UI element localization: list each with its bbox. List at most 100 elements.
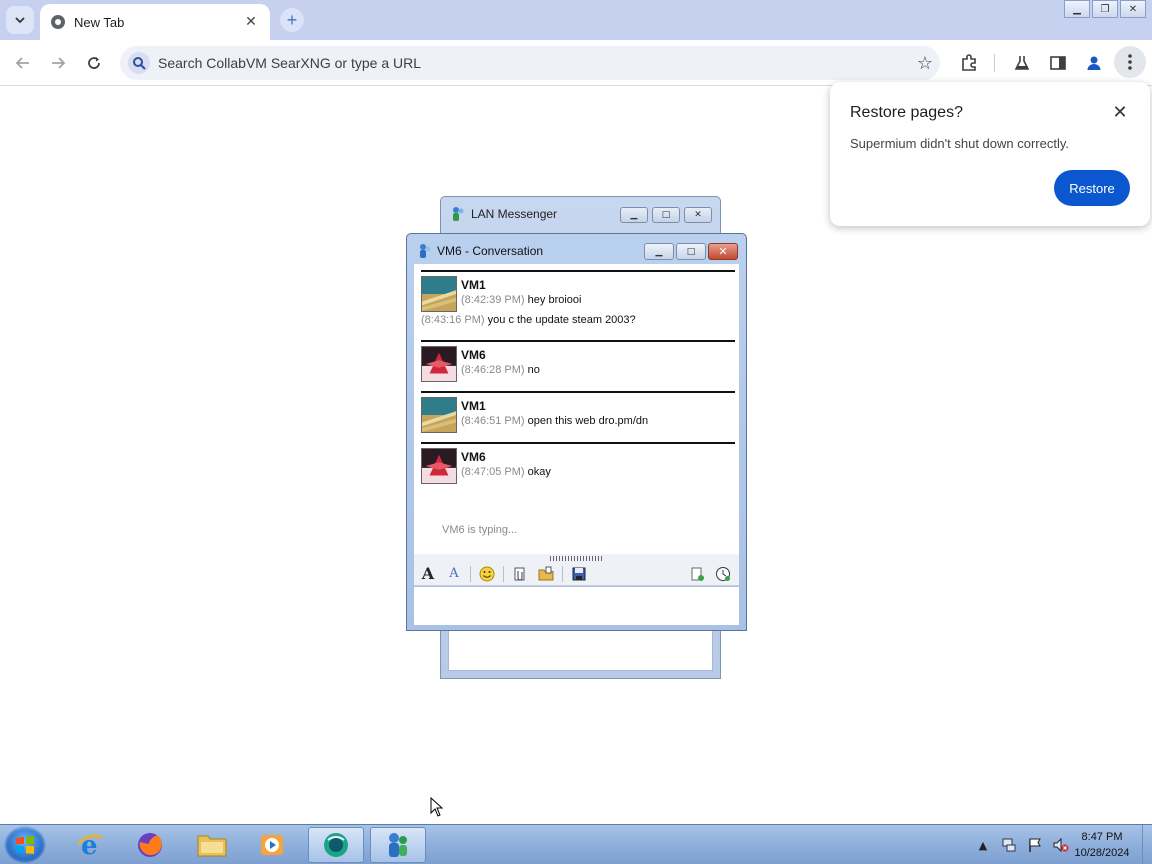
avatar [421, 276, 457, 312]
message-text: hey broiooi [527, 294, 582, 306]
message-sender: VM1 [461, 278, 486, 292]
close-button[interactable]: ✕ [1120, 0, 1146, 18]
message-line: (8:46:51 PM) open this web dro.pm/dn [461, 415, 648, 427]
close-icon[interactable]: ✕ [1110, 102, 1130, 122]
tab-new-tab[interactable]: New Tab ✕ [40, 4, 270, 40]
kebab-menu-icon [1128, 54, 1132, 70]
reload-button[interactable] [81, 50, 107, 76]
media-player-icon [261, 835, 283, 855]
history-icon[interactable] [713, 564, 733, 584]
lan-messenger-icon [453, 207, 464, 221]
taskbar-internet-explorer[interactable]: e [62, 827, 118, 863]
tab-title: New Tab [74, 14, 125, 30]
tab-search-button[interactable] [6, 6, 34, 34]
taskbar-firefox[interactable] [122, 827, 178, 863]
extensions-icon[interactable] [956, 50, 982, 76]
message-sender: VM6 [461, 348, 486, 362]
action-center-flag-icon[interactable] [1024, 834, 1046, 856]
taskbar-media-player[interactable] [244, 827, 300, 863]
save-icon[interactable] [569, 564, 589, 584]
lan-window-controls: ▁ □ ✕ [616, 207, 712, 223]
message-line: (8:43:16 PM) you c the update steam 2003… [421, 314, 636, 326]
new-tab-button[interactable]: + [280, 8, 304, 32]
windows-logo-icon [16, 836, 34, 854]
browser-menu-button[interactable] [1114, 46, 1146, 78]
browser-toolbar: Search CollabVM SearXNG or type a URL ☆ [0, 40, 1152, 86]
message-time: (8:46:51 PM) [461, 415, 525, 427]
restore-button[interactable]: Restore [1054, 170, 1130, 206]
conversation-window-controls: ▁ □ ✕ [642, 243, 738, 260]
avatar [421, 397, 457, 433]
message-line: (8:46:28 PM) no [461, 364, 540, 376]
font-color-icon[interactable]: A [444, 564, 464, 584]
close-button[interactable]: ✕ [708, 243, 738, 260]
restore-popup-title: Restore pages? [850, 104, 963, 121]
message-text: you c the update steam 2003? [487, 314, 636, 326]
conversation-window[interactable]: VM6 - Conversation ▁ □ ✕ VM1 (8:42:39 PM… [406, 233, 747, 631]
smiley-icon[interactable] [477, 564, 497, 584]
toolbar-divider [994, 54, 995, 72]
bookmark-star-icon[interactable]: ☆ [910, 48, 940, 78]
restore-pages-popup: Restore pages? ✕ Supermium didn't shut d… [830, 82, 1150, 226]
send-file-icon[interactable] [510, 564, 530, 584]
arrow-left-icon [15, 57, 29, 69]
message-line: (8:47:05 PM) okay [461, 466, 551, 478]
restore-popup-message: Supermium didn't shut down correctly. [850, 136, 1070, 151]
taskbar-lan-messenger[interactable] [370, 827, 426, 863]
send-folder-icon[interactable] [536, 564, 556, 584]
toolbar-divider [562, 565, 563, 582]
lan-messenger-title: LAN Messenger [471, 207, 558, 221]
reload-icon [88, 57, 100, 69]
clock-date: 10/28/2024 [1074, 847, 1130, 859]
message-time: (8:47:05 PM) [461, 466, 525, 478]
splitter-handle[interactable] [414, 554, 739, 562]
taskbar: e ▲ 8:47 PM 10/28/2024 [0, 824, 1152, 864]
toolbar-divider [503, 565, 504, 582]
lan-messenger-body [448, 627, 713, 671]
labs-flask-icon[interactable] [1009, 50, 1035, 76]
message-block: VM6 (8:47:05 PM) okay [421, 442, 735, 486]
minimize-button[interactable]: ▁ [620, 207, 648, 223]
typing-status: VM6 is typing... [442, 524, 518, 536]
system-tray: ▲ [968, 827, 1072, 863]
profile-icon[interactable] [1081, 50, 1107, 76]
message-sender: VM6 [461, 450, 486, 464]
side-panel-icon[interactable] [1045, 50, 1071, 76]
toolbar-divider [470, 565, 471, 582]
app-icon [324, 833, 348, 857]
message-input[interactable] [414, 587, 739, 625]
grip-icon [550, 556, 604, 561]
minimize-button[interactable]: ▁ [1064, 0, 1090, 18]
mouse-cursor-icon [430, 797, 444, 817]
message-time: (8:43:16 PM) [421, 314, 485, 326]
forward-button[interactable] [45, 50, 71, 76]
tab-close-icon[interactable]: ✕ [242, 13, 260, 31]
system-clock[interactable]: 8:47 PM 10/28/2024 [1064, 829, 1140, 861]
address-bar-placeholder: Search CollabVM SearXNG or type a URL [158, 55, 421, 71]
maximize-button[interactable]: □ [652, 207, 680, 223]
message-time: (8:42:39 PM) [461, 294, 525, 306]
conversation-icon [420, 244, 431, 258]
avatar [421, 346, 457, 382]
restore-button[interactable]: ❐ [1092, 0, 1118, 18]
message-time: (8:46:28 PM) [461, 364, 525, 376]
minimize-button[interactable]: ▁ [644, 243, 674, 260]
taskbar-collabvm-app[interactable] [308, 827, 364, 863]
font-icon[interactable]: A [418, 564, 438, 584]
close-button[interactable]: ✕ [684, 207, 712, 223]
avatar [421, 448, 457, 484]
show-hidden-icons-icon[interactable]: ▲ [972, 834, 994, 856]
conversation-toolbar: A A [414, 562, 739, 586]
back-button[interactable] [10, 50, 36, 76]
taskbar-file-explorer[interactable] [184, 827, 240, 863]
address-bar[interactable]: Search CollabVM SearXNG or type a URL ☆ [120, 46, 940, 80]
maximize-button[interactable]: □ [676, 243, 706, 260]
arrow-right-icon [52, 57, 66, 69]
start-button[interactable] [4, 826, 46, 864]
search-icon [128, 52, 150, 74]
chrome-icon [51, 15, 65, 29]
show-desktop-button[interactable] [1142, 825, 1152, 864]
new-document-icon[interactable] [687, 564, 707, 584]
network-icon[interactable] [998, 834, 1020, 856]
message-text: open this web dro.pm/dn [527, 415, 649, 427]
